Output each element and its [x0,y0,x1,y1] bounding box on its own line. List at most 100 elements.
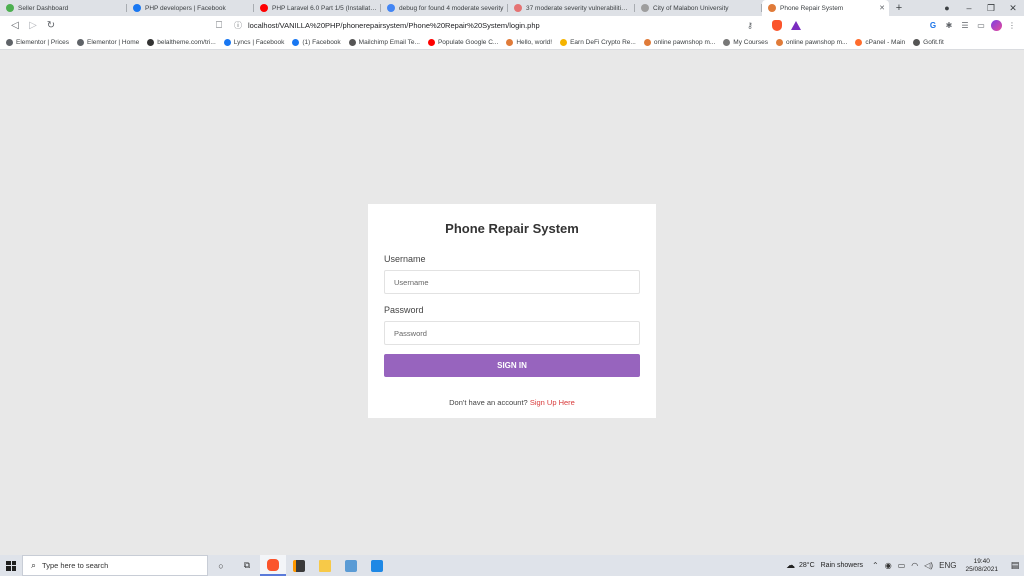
bookmark-label: Elementor | Home [86,38,140,46]
bookmark-item[interactable]: Earn DeFi Crypto Re... [560,38,636,46]
forward-icon[interactable]: ▷ [24,20,42,31]
windows-logo-icon [6,560,16,571]
profile-avatar[interactable] [991,20,1002,31]
wifi-icon[interactable]: ◠ [911,561,918,570]
app-taskbar-icon[interactable] [338,555,364,576]
profile-circle-icon[interactable]: ● [936,3,958,13]
password-label: Password [384,305,424,315]
bookmark-favicon-icon [292,38,300,46]
browser-tab[interactable]: debug for found 4 moderate severity [381,0,508,16]
weather-icon[interactable]: ☁ [786,560,795,571]
sublime-text-taskbar-icon[interactable] [286,555,312,576]
bookmark-item[interactable]: Populate Google C... [427,38,499,46]
windows-taskbar: ⌕ Type here to search ○ ⧉ ☁ 28°C Rain sh… [0,555,1024,576]
tab-close-icon[interactable]: ✕ [879,4,885,12]
reading-list-icon[interactable]: ☰ [959,21,971,30]
new-tab-button[interactable]: + [889,0,909,16]
key-icon[interactable]: ⚷ [747,21,753,30]
bookmark-favicon-icon [427,38,435,46]
extensions-area: G ✱ ☰ ▭ ⋮ [927,20,1018,31]
translate-icon[interactable]: G [927,21,939,30]
bookmark-label: Hello, world! [516,38,553,46]
bookmark-item[interactable]: Mailchimp Email Te... [348,38,420,46]
wallet-icon[interactable]: ▭ [975,21,987,30]
tab-favicon-icon [133,4,141,12]
chevron-up-icon[interactable]: ⌃ [872,561,879,570]
weather-temp[interactable]: 28°C [799,562,815,569]
bookmark-label: Elementor | Prices [16,38,69,46]
bookmark-label: belaltheme.com/tri... [157,38,216,46]
bookmark-item[interactable]: My Courses [723,38,768,46]
cortana-icon[interactable]: ○ [208,555,234,576]
signup-prompt-text: Don't have an account? [449,398,528,407]
tab-list: Seller Dashboard PHP developers | Faceboo… [0,0,889,16]
tab-favicon-icon [6,4,14,12]
username-input[interactable] [384,270,640,294]
taskbar-search-box[interactable]: ⌕ Type here to search [22,555,208,576]
browser-tab[interactable]: Phone Repair System ✕ [762,0,889,16]
bookmark-label: Gofit.fit [923,38,944,46]
bookmark-favicon-icon [560,38,568,46]
bookmark-item[interactable]: Lyncs | Facebook [223,38,284,46]
tab-title: PHP developers | Facebook [145,4,226,12]
bookmark-label: Earn DeFi Crypto Re... [570,38,636,46]
system-tray: ☁ 28°C Rain showers ⌃ ◉ ▭ ◠ ◁) ENG 19:40… [786,555,1024,576]
browser-tab-strip: Seller Dashboard PHP developers | Faceboo… [0,0,1024,16]
bookmark-icon[interactable]: ⎕ [210,20,228,31]
start-button[interactable] [0,555,22,576]
bookmark-item[interactable]: online pawnshop m... [643,38,715,46]
tab-title: Phone Repair System [780,4,844,12]
tab-title: 37 moderate severity vulnerabilities - [526,4,631,12]
network-icon[interactable]: ▭ [898,561,906,570]
bookmark-label: cPanel - Main [865,38,906,46]
sign-up-link[interactable]: Sign Up Here [530,398,575,407]
tab-title: Seller Dashboard [18,4,69,12]
close-window-icon[interactable]: ✕ [1002,3,1024,14]
bookmark-item[interactable]: online pawnshop m... [775,38,847,46]
tray-app-icon[interactable]: ◉ [885,561,892,570]
tab-favicon-icon [387,4,395,12]
reload-icon[interactable]: ↻ [42,20,60,31]
vscode-taskbar-icon[interactable] [364,555,390,576]
task-view-icon[interactable]: ⧉ [234,555,260,576]
bookmark-item[interactable]: Elementor | Home [76,38,140,46]
clock[interactable]: 19:40 25/08/2021 [965,558,998,574]
bookmark-item[interactable]: cPanel - Main [855,38,906,46]
extensions-puzzle-icon[interactable]: ✱ [943,21,955,30]
bookmark-item[interactable]: Gofit.fit [913,38,944,46]
browser-tab[interactable]: 37 moderate severity vulnerabilities - [508,0,635,16]
file-explorer-taskbar-icon[interactable] [312,555,338,576]
weather-desc[interactable]: Rain showers [821,562,863,569]
restore-icon[interactable]: ❐ [980,3,1002,14]
tab-favicon-icon [641,4,649,12]
browser-tab[interactable]: PHP Laravel 6.0 Part 1/5 (Installation & [254,0,381,16]
volume-icon[interactable]: ◁) [924,561,933,570]
window-controls: ● – ❐ ✕ [936,0,1024,16]
brave-shield-icon[interactable] [772,20,782,31]
brave-browser-taskbar-icon[interactable] [260,555,286,576]
browser-tab[interactable]: City of Malabon University [635,0,762,16]
page-title: Phone Repair System [445,221,579,236]
bookmark-item[interactable]: Hello, world! [506,38,553,46]
back-icon[interactable]: ◁ [6,20,24,31]
menu-icon[interactable]: ⋮ [1006,21,1018,30]
site-info-icon[interactable]: ⓘ [234,20,242,31]
browser-tab[interactable]: PHP developers | Facebook [127,0,254,16]
bookmark-item[interactable]: Elementor | Prices [6,38,69,46]
bookmark-label: My Courses [733,38,768,46]
browser-tab[interactable]: Seller Dashboard [0,0,127,16]
bookmark-label: Populate Google C... [437,38,499,46]
language-indicator[interactable]: ENG [939,561,956,570]
clock-date: 25/08/2021 [965,565,998,573]
signup-prompt-line: Don't have an account? Sign Up Here [368,398,656,407]
bookmark-item[interactable]: belaltheme.com/tri... [147,38,216,46]
brave-rewards-icon[interactable] [791,21,801,30]
bookmark-favicon-icon [643,38,651,46]
bookmark-item[interactable]: (1) Facebook [292,38,341,46]
password-input[interactable] [384,321,640,345]
notifications-icon[interactable]: ▤ [1006,560,1024,571]
minimize-icon[interactable]: – [958,3,980,13]
sign-in-button[interactable]: SIGN IN [384,354,640,377]
address-bar[interactable]: ⓘ localhost/VANILLA%20PHP/phonerepairsys… [234,17,761,34]
bookmark-favicon-icon [723,38,731,46]
